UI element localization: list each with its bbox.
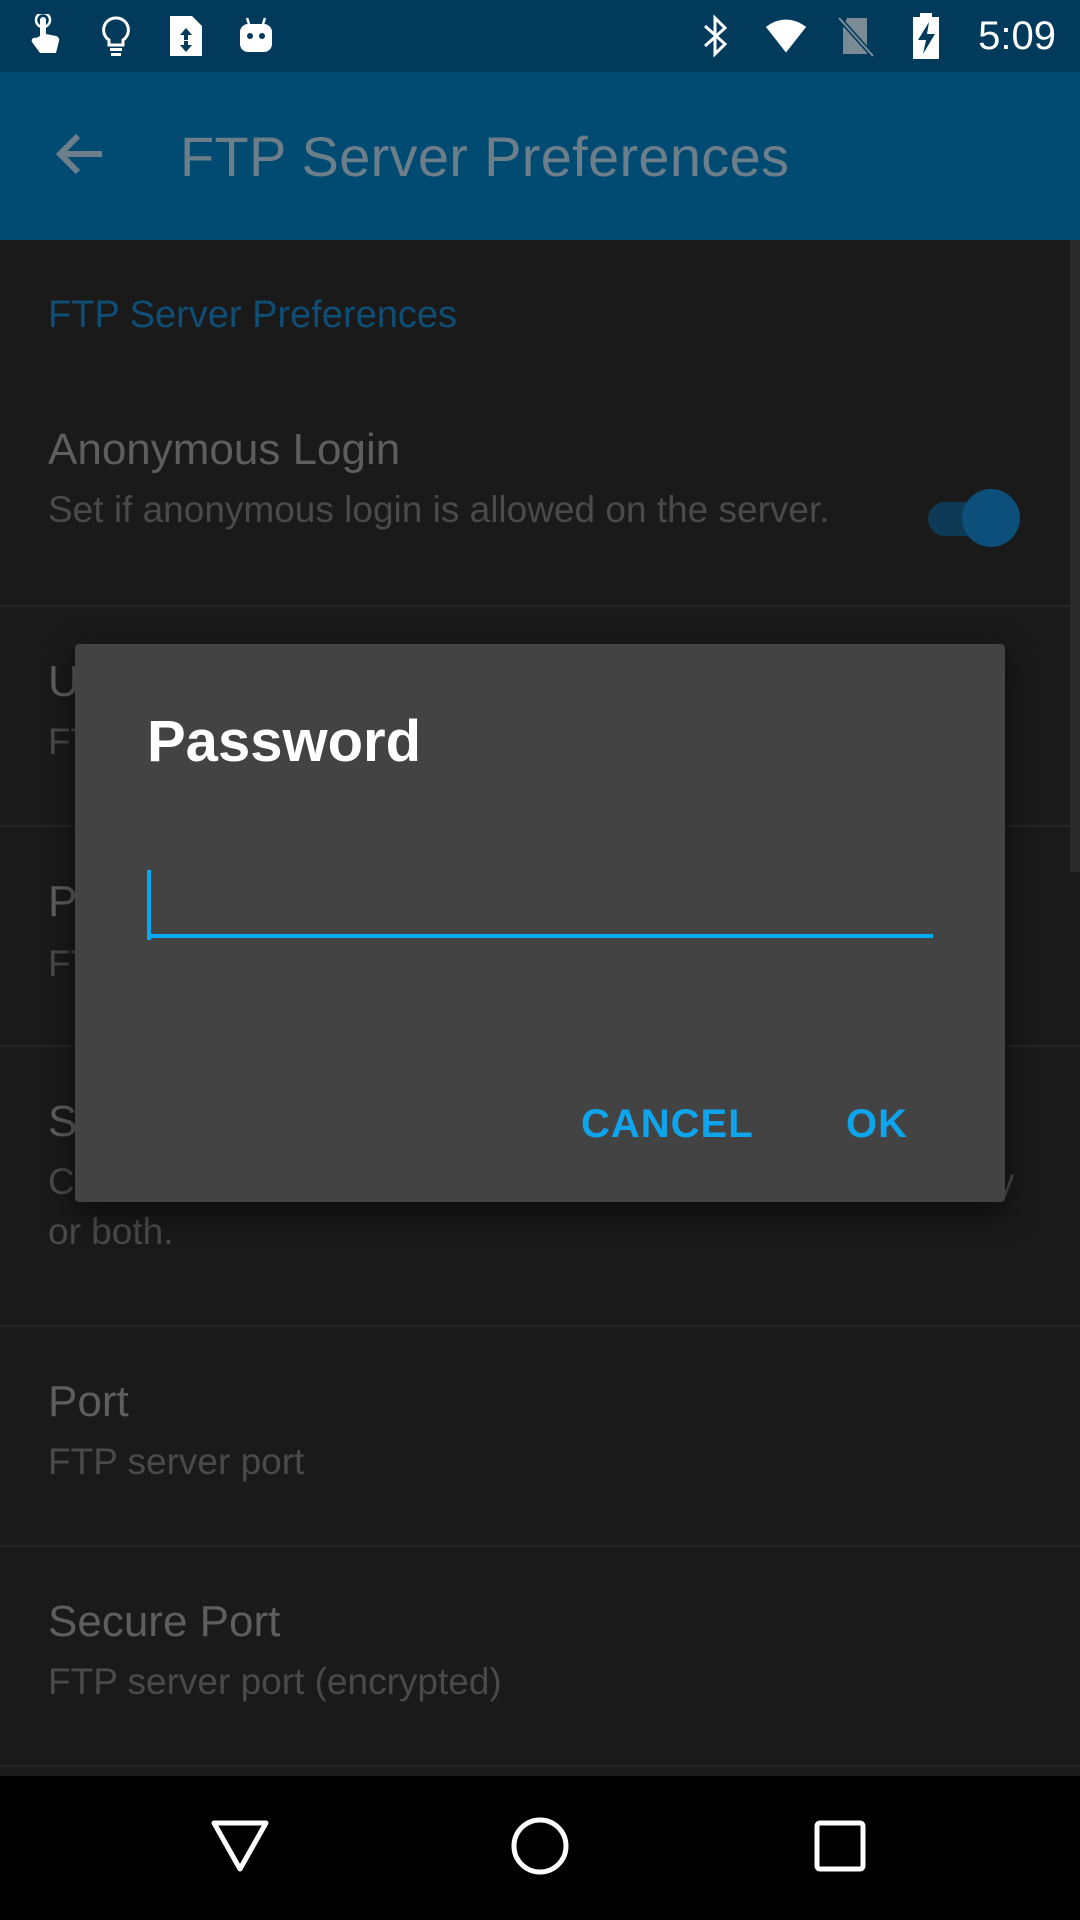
pref-title: P bbox=[48, 877, 78, 926]
screen: 5:09 FTP Server Preferences FTP Server P… bbox=[0, 0, 1080, 1920]
home-circle-icon bbox=[510, 1816, 570, 1881]
status-time: 5:09 bbox=[978, 13, 1056, 58]
lightbulb-icon bbox=[94, 14, 138, 58]
toggle-thumb bbox=[962, 489, 1020, 547]
nav-home-button[interactable] bbox=[498, 1806, 582, 1890]
back-triangle-icon bbox=[210, 1819, 270, 1878]
status-right-icons: 5:09 bbox=[694, 13, 1056, 59]
recents-square-icon bbox=[813, 1819, 867, 1878]
android-icon bbox=[234, 14, 278, 58]
pref-title: Port bbox=[48, 1377, 129, 1426]
preference-category-header: FTP Server Preferences bbox=[48, 294, 458, 336]
bluetooth-icon bbox=[694, 14, 738, 58]
dialog-title: Password bbox=[147, 709, 421, 774]
cancel-button[interactable]: CANCEL bbox=[581, 1096, 754, 1152]
password-input[interactable] bbox=[147, 866, 933, 938]
back-button[interactable] bbox=[48, 124, 112, 188]
status-left-icons bbox=[24, 14, 278, 58]
text-caret bbox=[147, 870, 151, 940]
password-dialog: Password CANCEL OK bbox=[75, 644, 1005, 1202]
file-transfer-icon bbox=[164, 14, 208, 58]
scrollbar[interactable] bbox=[1070, 240, 1080, 872]
touch-gesture-icon bbox=[24, 14, 68, 58]
battery-charging-icon bbox=[904, 13, 948, 59]
anonymous-login-toggle[interactable] bbox=[924, 485, 1020, 549]
pref-anonymous-login[interactable]: Anonymous Login Set if anonymous login i… bbox=[0, 375, 1080, 607]
wifi-icon bbox=[764, 14, 808, 58]
navigation-bar bbox=[0, 1776, 1080, 1920]
pref-summary: Set if anonymous login is allowed on the… bbox=[48, 489, 830, 530]
pref-secure-port[interactable]: Secure Port FTP server port (encrypted) bbox=[0, 1547, 1080, 1767]
pref-port[interactable]: Port FTP server port bbox=[0, 1327, 1080, 1547]
nav-back-button[interactable] bbox=[198, 1806, 282, 1890]
arrow-back-icon bbox=[52, 126, 108, 187]
app-bar: FTP Server Preferences bbox=[0, 72, 1080, 240]
nav-recents-button[interactable] bbox=[798, 1806, 882, 1890]
ok-button[interactable]: OK bbox=[846, 1096, 908, 1152]
pref-title: S bbox=[48, 1097, 78, 1146]
page-title: FTP Server Preferences bbox=[180, 125, 790, 188]
pref-summary: FTP server port (encrypted) bbox=[48, 1661, 502, 1702]
no-sim-icon bbox=[834, 14, 878, 58]
pref-title: Anonymous Login bbox=[48, 425, 401, 474]
pref-summary: FTP server port bbox=[48, 1441, 305, 1482]
pref-title: Secure Port bbox=[48, 1597, 281, 1646]
status-bar: 5:09 bbox=[0, 0, 1080, 72]
